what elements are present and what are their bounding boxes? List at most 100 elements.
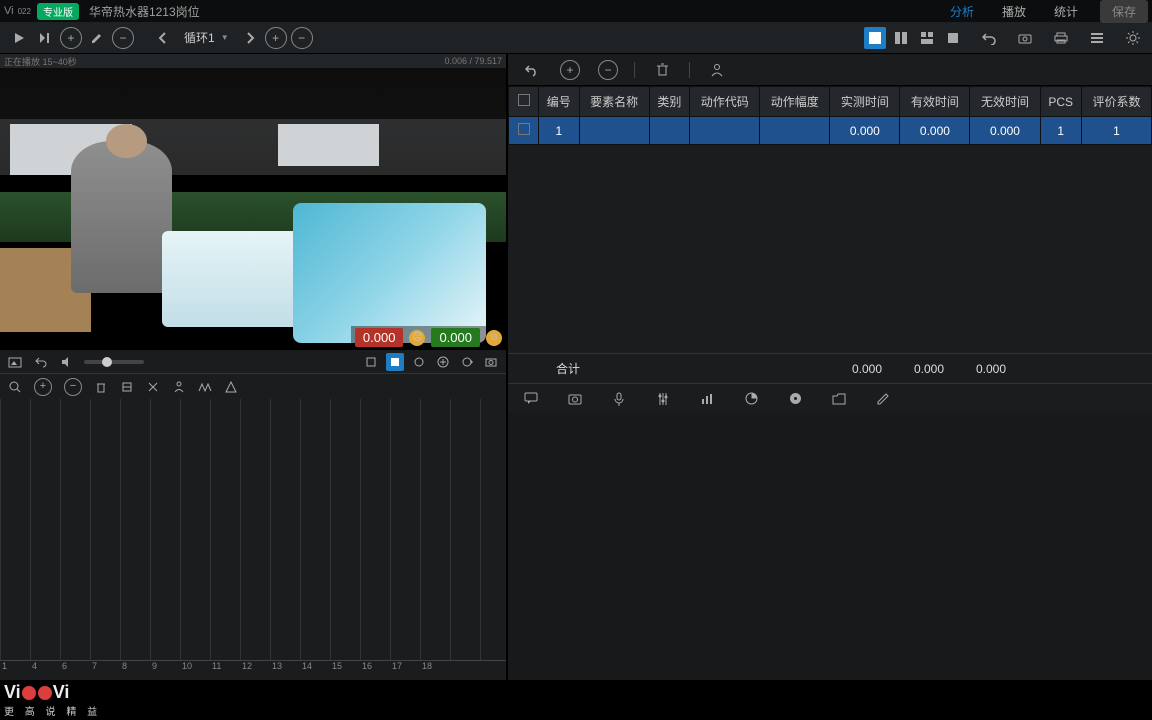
grid-remove-button[interactable]: − (598, 60, 618, 80)
eye-icon (38, 686, 52, 700)
capture-icon[interactable] (482, 353, 500, 371)
cell[interactable]: 0.000 (970, 117, 1040, 145)
video-viewport[interactable]: 0.000 ☹ 0.000 ☺ (0, 68, 506, 349)
mic-icon[interactable] (608, 388, 630, 410)
add-marker-button[interactable]: + (60, 27, 82, 49)
volume-icon[interactable] (58, 353, 76, 371)
cycle-label: 循环1 (184, 29, 215, 46)
layout-3-button[interactable] (916, 27, 938, 49)
table-row[interactable]: 10.0000.0000.00011 (509, 117, 1152, 145)
snapshot-icon[interactable] (6, 353, 24, 371)
cell[interactable] (760, 117, 830, 145)
menu-icon[interactable] (1086, 27, 1108, 49)
video-frame (0, 68, 506, 349)
cut-icon[interactable] (144, 378, 162, 396)
col-header[interactable]: 编号 (539, 87, 580, 117)
next-cycle-button[interactable] (239, 27, 261, 49)
search-icon[interactable] (6, 378, 24, 396)
col-header[interactable] (509, 87, 539, 117)
timeline-tick: 17 (390, 661, 420, 680)
timeline[interactable]: 146789101112131415161718 (0, 399, 506, 680)
disc-icon[interactable] (784, 388, 806, 410)
layout-4-button[interactable] (942, 27, 964, 49)
col-header[interactable]: PCS (1040, 87, 1081, 117)
cycle-dropdown[interactable]: 循环1 ▼ (184, 29, 229, 46)
play-button[interactable] (8, 27, 30, 49)
overlay-timers: 0.000 ☹ 0.000 ☺ (351, 326, 506, 349)
cell[interactable] (649, 117, 690, 145)
undo-frame-icon[interactable] (32, 353, 50, 371)
col-header[interactable]: 类别 (649, 87, 690, 117)
timeline-tick: 15 (330, 661, 360, 680)
col-header[interactable]: 动作代码 (690, 87, 760, 117)
video-header-right: 0.006 / 79.517 (444, 56, 502, 66)
col-header[interactable]: 有效时间 (900, 87, 970, 117)
tab-playback[interactable]: 播放 (988, 0, 1040, 23)
wave-icon[interactable] (196, 378, 214, 396)
undo-button[interactable] (978, 27, 1000, 49)
volume-slider[interactable] (84, 360, 144, 364)
cell[interactable] (690, 117, 760, 145)
save-button[interactable]: 保存 (1100, 0, 1148, 23)
grid-undo-icon[interactable] (520, 59, 542, 81)
footer-brand: ViVi (4, 682, 1152, 703)
video-pane: 正在播放 15~40秒 0.006 / 79.517 0.000 ☹ 0.000 (0, 54, 508, 680)
comment-icon[interactable] (520, 388, 542, 410)
record-mode-icon[interactable] (386, 353, 404, 371)
col-header[interactable]: 实测时间 (830, 87, 900, 117)
edition-badge: 专业版 (37, 3, 79, 20)
cell[interactable]: 1 (539, 117, 580, 145)
checkbox[interactable] (518, 94, 530, 106)
print-icon[interactable] (1050, 27, 1072, 49)
prev-cycle-button[interactable] (152, 27, 174, 49)
checkbox[interactable] (518, 123, 530, 135)
pie-chart-icon[interactable] (740, 388, 762, 410)
video-header-left: 正在播放 15~40秒 (4, 55, 77, 68)
col-header[interactable]: 评价系数 (1081, 87, 1151, 117)
timeline-tick: 9 (150, 661, 180, 680)
col-header[interactable]: 要素名称 (579, 87, 649, 117)
folder-icon[interactable] (828, 388, 850, 410)
trash-icon[interactable] (92, 378, 110, 396)
collapse-icon[interactable] (118, 378, 136, 396)
camera-icon[interactable] (1014, 27, 1036, 49)
tab-analysis[interactable]: 分析 (936, 0, 988, 23)
layout-1-button[interactable] (864, 27, 886, 49)
timeline-tick: 12 (240, 661, 270, 680)
cell[interactable]: 1 (1040, 117, 1081, 145)
grid-person-icon[interactable] (706, 59, 728, 81)
timeline-add-button[interactable]: + (34, 378, 52, 396)
warning-icon[interactable] (222, 378, 240, 396)
grid-trash-icon[interactable] (651, 59, 673, 81)
gear-icon[interactable] (1122, 27, 1144, 49)
step-forward-button[interactable] (34, 27, 56, 49)
cell[interactable]: 0.000 (900, 117, 970, 145)
remove-marker-button[interactable]: − (112, 27, 134, 49)
grid-add-button[interactable]: + (560, 60, 580, 80)
zoom-out-button[interactable]: − (291, 27, 313, 49)
bar-chart-icon[interactable] (696, 388, 718, 410)
photo-icon[interactable] (564, 388, 586, 410)
zoom-in-button[interactable]: + (265, 27, 287, 49)
detail-panel (508, 413, 1152, 680)
timeline-tick: 4 (30, 661, 60, 680)
timeline-remove-button[interactable]: − (64, 378, 82, 396)
main-toolbar: + − 循环1 ▼ + − (0, 22, 1152, 54)
tab-stats[interactable]: 统计 (1040, 0, 1092, 23)
add-circle-icon[interactable] (434, 353, 452, 371)
sliders-icon[interactable] (652, 388, 674, 410)
detail-toolbar (508, 383, 1152, 413)
col-header[interactable]: 动作幅度 (760, 87, 830, 117)
person-icon[interactable] (170, 378, 188, 396)
loop-icon[interactable] (458, 353, 476, 371)
pencil-button[interactable] (86, 27, 108, 49)
cell[interactable]: 0.000 (830, 117, 900, 145)
cell[interactable] (509, 117, 539, 145)
cell[interactable] (579, 117, 649, 145)
record-icon[interactable] (410, 353, 428, 371)
cell[interactable]: 1 (1081, 117, 1151, 145)
export-icon[interactable] (362, 353, 380, 371)
edit-icon[interactable] (872, 388, 894, 410)
col-header[interactable]: 无效时间 (970, 87, 1040, 117)
layout-2-button[interactable] (890, 27, 912, 49)
